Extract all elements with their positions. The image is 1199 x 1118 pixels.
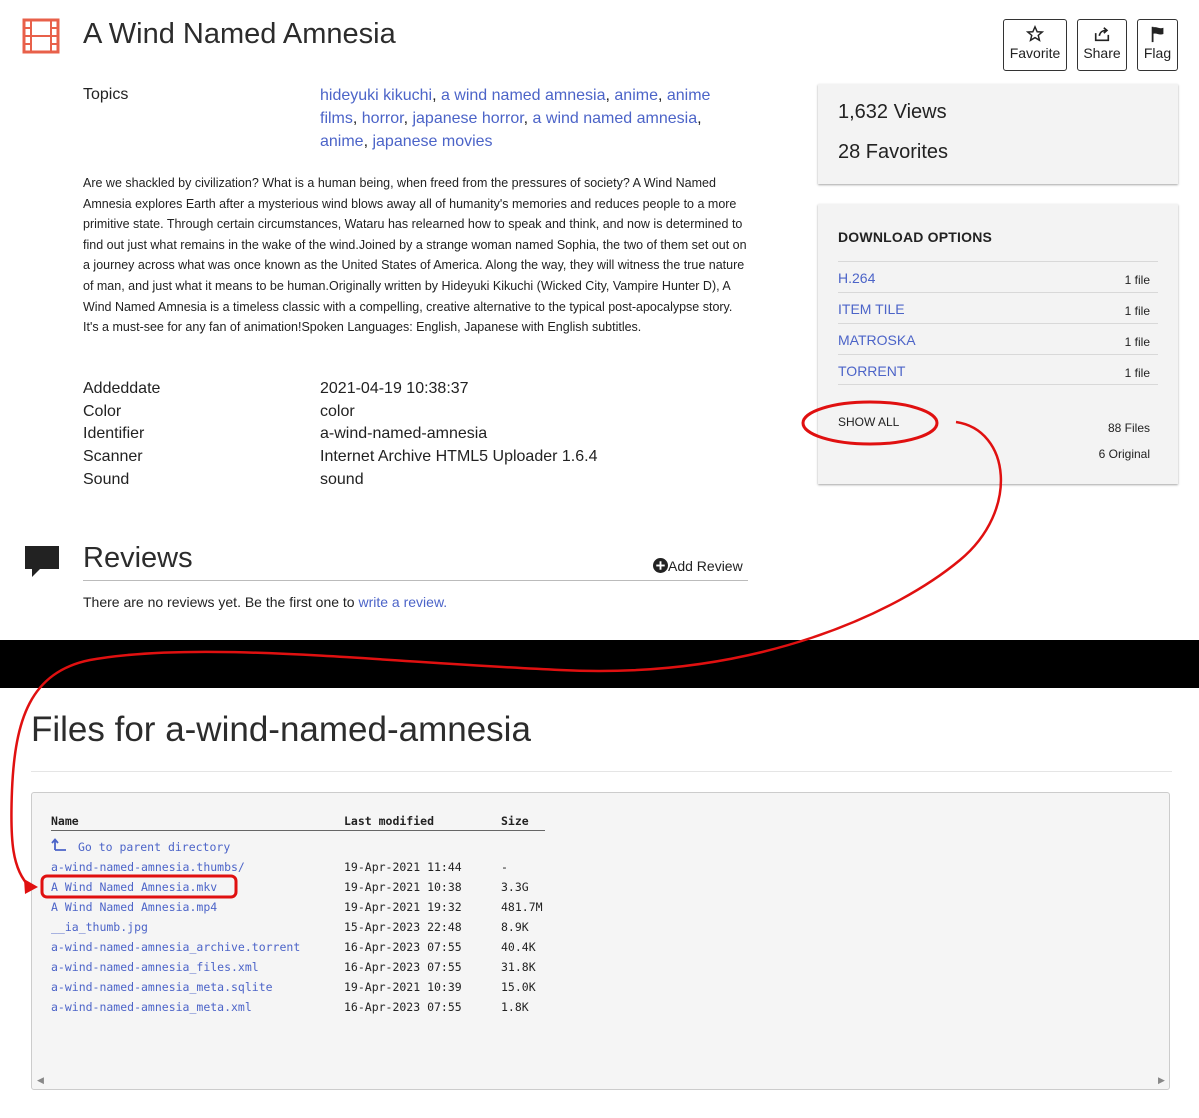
no-reviews-prefix: There are no reviews yet. Be the first o… [83,594,359,610]
download-file-count: 1 file [1124,273,1150,287]
add-review-button[interactable]: Add Review [653,558,743,574]
reviews-title: Reviews [83,542,193,574]
file-name-link[interactable]: A Wind Named Amnesia.mkv [51,880,217,894]
up-arrow-icon [51,838,66,851]
file-name-link[interactable]: __ia_thumb.jpg [51,920,148,934]
download-options-box: DOWNLOAD OPTIONS H.264 1 file ITEM TILE 1 f… [818,204,1178,484]
topic-link[interactable]: japanese movies [372,133,492,150]
views-count: 1,632 Views [838,101,947,123]
download-option-row: TORRENT 1 file [838,354,1158,386]
film-icon [22,18,60,54]
file-size: 31.8K [501,960,536,974]
file-name-link[interactable]: a-wind-named-amnesia.thumbs/ [51,860,245,874]
topic-link[interactable]: hideyuki kikuchi [320,87,432,104]
column-name[interactable]: Name [51,814,79,828]
metadata-key: Identifier [83,425,145,443]
metadata-key: Addeddate [83,380,161,397]
share-label: Share [1083,45,1121,61]
scroll-right-arrow[interactable]: ▶ [1158,1075,1165,1086]
files-divider [31,771,1172,772]
stats-box: 1,632 Views 28 Favorites [818,84,1178,184]
file-modified: 19-Apr-2021 10:39 [344,980,462,994]
download-format-link[interactable]: MATROSKA [838,332,916,348]
download-format-link[interactable]: TORRENT [838,363,905,379]
download-file-count: 1 file [1124,366,1150,380]
star-icon [1026,25,1044,42]
share-icon [1094,27,1110,42]
topic-link[interactable]: anime [320,133,364,150]
metadata-value: Internet Archive HTML5 Uploader 1.6.4 [320,448,598,466]
file-size: 481.7M [501,900,543,914]
file-name-link[interactable]: A Wind Named Amnesia.mp4 [51,900,217,914]
no-reviews-text: There are no reviews yet. Be the first o… [83,594,447,610]
original-files-count: 6 Original [1098,447,1150,461]
speech-bubble-icon [25,546,59,577]
file-modified: 19-Apr-2021 11:44 [344,860,462,874]
file-modified: 19-Apr-2021 19:32 [344,900,462,914]
download-options-heading: DOWNLOAD OPTIONS [838,229,993,245]
scroll-left-arrow[interactable]: ◀ [37,1075,44,1086]
metadata-value: 2021-04-19 10:38:37 [320,380,469,397]
file-modified: 15-Apr-2023 22:48 [344,920,462,934]
metadata-key: Color [83,402,122,420]
column-last-modified[interactable]: Last modified [344,814,434,828]
add-review-label: Add Review [668,558,743,574]
parent-directory-label: Go to parent directory [77,840,231,854]
download-format-link[interactable]: H.264 [838,270,875,286]
file-size: 15.0K [501,980,536,994]
file-name-link[interactable]: a-wind-named-amnesia_meta.xml [51,1000,252,1014]
topic-link[interactable]: japanese horror [412,110,523,127]
topics-label: Topics [83,86,129,103]
header-underline [51,830,545,831]
topics-list: hideyuki kikuchi, a wind named amnesia, … [320,87,711,150]
file-name-link[interactable]: a-wind-named-amnesia_files.xml [51,960,259,974]
metadata-value: color [320,402,355,420]
flag-label: Flag [1143,45,1172,61]
flag-icon [1151,26,1163,43]
topic-link[interactable]: a wind named amnesia [441,87,606,104]
show-all-link[interactable]: SHOW ALL [838,415,899,429]
column-size[interactable]: Size [501,814,529,828]
topic-link[interactable]: a wind named amnesia [533,110,698,127]
share-button[interactable]: Share [1077,19,1127,71]
download-option-row: MATROSKA 1 file [838,323,1158,355]
file-name-link[interactable]: a-wind-named-amnesia_meta.sqlite [51,980,273,994]
download-file-count: 1 file [1124,304,1150,318]
plus-circle-icon [653,558,668,573]
download-file-count: 1 file [1124,335,1150,349]
metadata-value: a-wind-named-amnesia [320,425,488,443]
file-modified: 16-Apr-2023 07:55 [344,960,462,974]
total-files-count: 88 Files [1107,421,1150,435]
metadata-value: sound [320,470,364,488]
parent-directory-link[interactable]: Go to parent directory [51,838,230,854]
topic-link[interactable]: anime [614,87,658,104]
file-name-link[interactable]: a-wind-named-amnesia_archive.torrent [51,940,300,954]
file-size: 1.8K [501,1000,529,1014]
page-title: A Wind Named Amnesia [83,18,396,50]
download-format-link[interactable]: ITEM TILE [838,301,905,317]
metadata-key: Scanner [83,448,143,466]
favorite-label: Favorite [1009,45,1061,61]
topic-link[interactable]: horror [362,110,404,127]
file-modified: 19-Apr-2021 10:38 [344,880,462,894]
file-size: 8.9K [501,920,529,934]
download-option-row: ITEM TILE 1 file [838,292,1158,324]
file-size: - [501,860,508,874]
item-description: Are we shackled by civilization? What is… [83,176,747,335]
file-size: 40.4K [501,940,536,954]
separator-band [0,640,1199,688]
download-option-row: H.264 1 file [838,261,1158,293]
flag-button[interactable]: Flag [1137,19,1178,71]
file-modified: 16-Apr-2023 07:55 [344,1000,462,1014]
write-review-link[interactable]: write a review. [358,594,447,610]
files-title: Files for a-wind-named-amnesia [31,710,531,749]
file-size: 3.3G [501,880,529,894]
favorite-button[interactable]: Favorite [1003,19,1067,71]
reviews-divider [83,580,748,581]
file-modified: 16-Apr-2023 07:55 [344,940,462,954]
metadata-key: Sound [83,470,130,488]
favorites-count: 28 Favorites [838,141,949,163]
